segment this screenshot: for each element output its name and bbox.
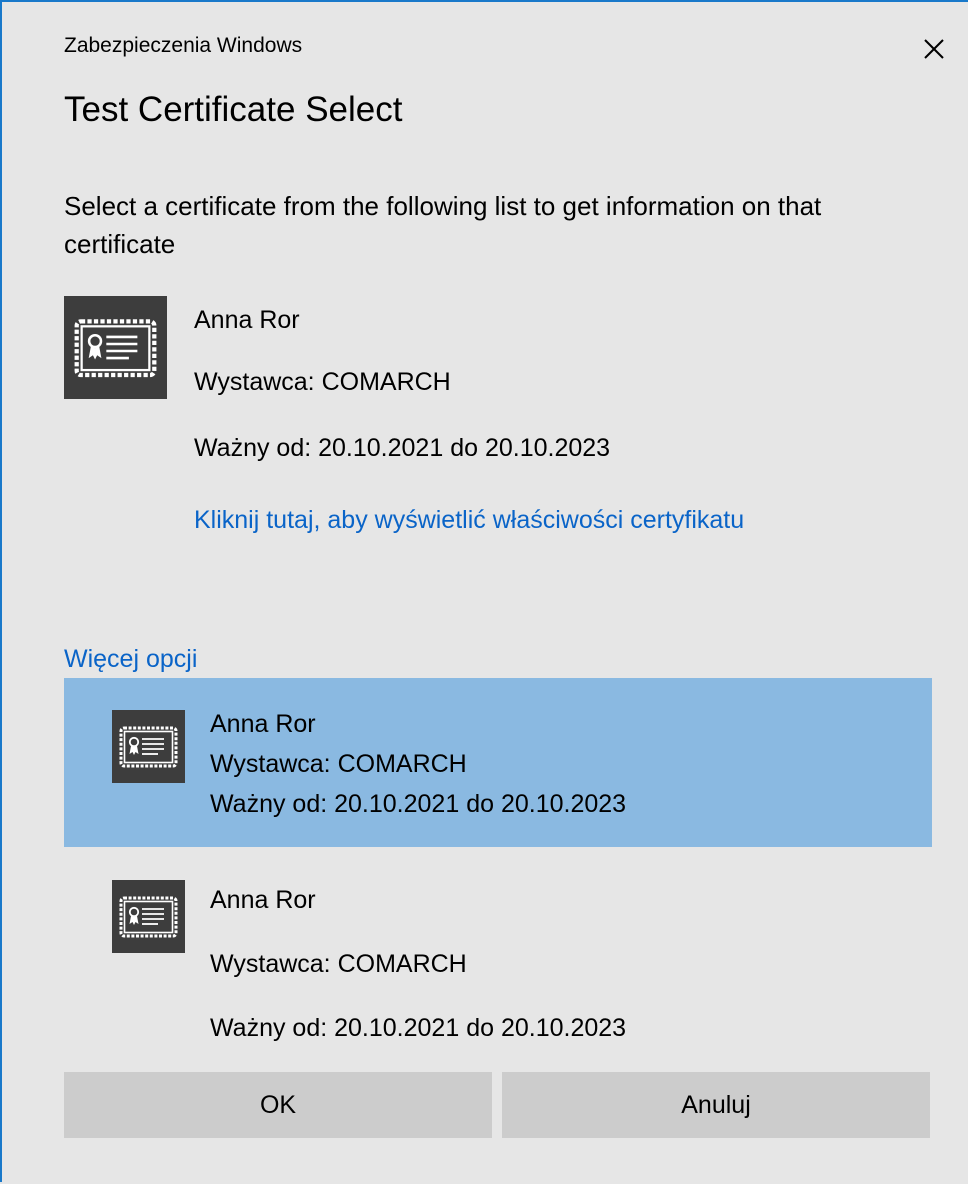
list-item-name: Anna Ror [210, 886, 316, 914]
certificate-icon [112, 710, 185, 783]
certificate-icon [112, 880, 185, 953]
window-title: Zabezpieczenia Windows [64, 34, 303, 57]
certificate-properties-link[interactable]: Kliknij tutaj, aby wyświetlić właściwośc… [194, 502, 754, 538]
ok-button[interactable]: OK [64, 1072, 492, 1138]
certificate-issuer: Wystawca: COMARCH [194, 368, 451, 396]
security-dialog: Zabezpieczenia Windows Test Certificate … [0, 0, 968, 1182]
close-button[interactable] [917, 32, 951, 66]
list-item-validity: Ważny od: 20.10.2021 do 20.10.2023 [210, 790, 627, 818]
list-item-issuer: Wystawca: COMARCH [210, 750, 467, 778]
list-item-name: Anna Ror [210, 710, 316, 738]
window-edge [968, 0, 972, 1184]
list-item-issuer: Wystawca: COMARCH [210, 950, 467, 978]
certificate-list-item[interactable]: Anna Ror Wystawca: COMARCH Ważny od: 20.… [64, 862, 932, 1052]
list-item-validity: Ważny od: 20.10.2021 do 20.10.2023 [210, 1014, 627, 1042]
more-options-link[interactable]: Więcej opcji [64, 645, 197, 674]
certificate-icon [64, 296, 167, 399]
certificate-name: Anna Ror [194, 306, 300, 334]
dialog-description: Select a certificate from the following … [64, 191, 822, 259]
close-icon [924, 39, 944, 59]
dialog-heading: Test Certificate Select [64, 90, 403, 129]
certificate-validity: Ważny od: 20.10.2021 do 20.10.2023 [194, 434, 611, 462]
certificate-list-item[interactable]: Anna Ror Wystawca: COMARCH Ważny od: 20.… [64, 678, 932, 847]
cancel-button[interactable]: Anuluj [502, 1072, 930, 1138]
